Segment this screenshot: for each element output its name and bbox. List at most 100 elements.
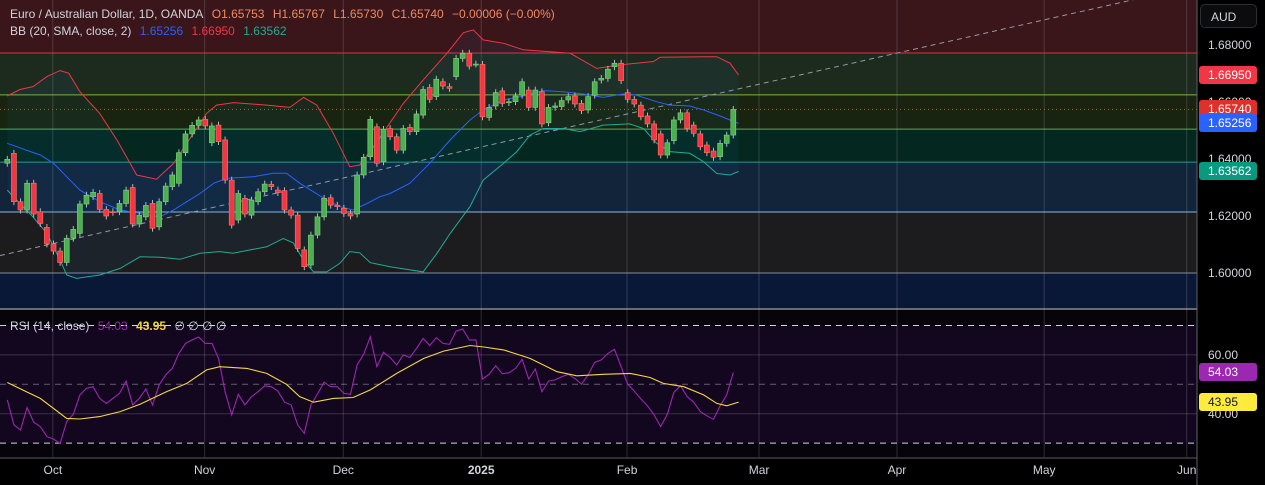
candle-up[interactable]	[671, 119, 677, 142]
candle-up[interactable]	[605, 68, 611, 79]
candle-up[interactable]	[308, 234, 314, 266]
candle-up[interactable]	[400, 128, 407, 151]
candle-down[interactable]	[202, 119, 209, 127]
candle-down[interactable]	[657, 133, 664, 156]
candle-down[interactable]	[572, 95, 578, 105]
candle-up[interactable]	[730, 109, 737, 136]
candle-up[interactable]	[492, 92, 499, 107]
candle-up[interactable]	[558, 100, 565, 107]
time-axis-label[interactable]: 2025	[468, 463, 495, 477]
time-axis-label[interactable]: May	[1033, 463, 1056, 477]
candle-down[interactable]	[288, 209, 294, 216]
candle-down[interactable]	[440, 81, 446, 87]
candle-up[interactable]	[585, 96, 591, 111]
candle-down[interactable]	[44, 227, 50, 245]
candle-up[interactable]	[261, 183, 268, 193]
candle-up[interactable]	[453, 58, 459, 77]
candle-up[interactable]	[664, 142, 671, 156]
candle-down[interactable]	[499, 90, 506, 104]
candle-up[interactable]	[77, 203, 83, 234]
candle-up[interactable]	[611, 62, 618, 67]
candle-up[interactable]	[459, 52, 466, 59]
candle-up[interactable]	[677, 112, 684, 121]
candle-down[interactable]	[334, 204, 341, 207]
candle-up[interactable]	[565, 96, 572, 101]
candle-down[interactable]	[387, 128, 393, 138]
symbol-title[interactable]: Euro / Australian Dollar, 1D, OANDA	[10, 7, 203, 21]
candle-up[interactable]	[420, 89, 426, 116]
candle-up[interactable]	[314, 216, 321, 236]
candle-up[interactable]	[506, 101, 512, 104]
candle-down[interactable]	[631, 99, 638, 105]
candle-down[interactable]	[347, 213, 354, 217]
candle-down[interactable]	[539, 91, 545, 125]
candle-down[interactable]	[17, 201, 24, 211]
candle-down[interactable]	[228, 179, 235, 226]
candle-up[interactable]	[598, 78, 605, 81]
currency-button[interactable]: AUD	[1200, 4, 1257, 28]
candle-down[interactable]	[11, 153, 17, 203]
candle-up[interactable]	[169, 174, 176, 187]
candle-up[interactable]	[512, 95, 519, 103]
time-axis-label[interactable]: Oct	[43, 463, 62, 477]
rsi-axis-label[interactable]: 60.00	[1208, 348, 1238, 362]
candle-down[interactable]	[149, 203, 156, 229]
candle-down[interactable]	[690, 124, 697, 134]
candle-up[interactable]	[83, 194, 90, 205]
candle-down[interactable]	[294, 214, 301, 249]
candle-down[interactable]	[96, 193, 103, 210]
candle-down[interactable]	[618, 62, 624, 81]
candle-up[interactable]	[717, 143, 723, 158]
candle-down[interactable]	[644, 115, 651, 125]
candle-up[interactable]	[162, 185, 169, 203]
price-axis-label[interactable]: 1.68000	[1208, 38, 1251, 52]
candle-up[interactable]	[380, 129, 387, 163]
candle-up[interactable]	[189, 125, 195, 135]
rsi-label[interactable]: RSI (14, close)	[10, 319, 89, 333]
candle-down[interactable]	[275, 189, 281, 193]
candle-up[interactable]	[176, 152, 182, 184]
candle-down[interactable]	[466, 52, 473, 67]
candle-up[interactable]	[532, 89, 539, 108]
candle-up[interactable]	[156, 201, 162, 228]
candle-down[interactable]	[479, 64, 486, 118]
candle-down[interactable]	[704, 144, 710, 154]
candle-down[interactable]	[37, 211, 44, 224]
candle-up[interactable]	[473, 63, 479, 66]
candle-up[interactable]	[519, 81, 525, 96]
chart-canvas[interactable]	[0, 0, 1265, 485]
candle-up[interactable]	[255, 191, 261, 203]
candle-down[interactable]	[638, 104, 644, 118]
time-axis-label[interactable]: Jun	[1177, 463, 1196, 477]
candle-down[interactable]	[110, 211, 116, 214]
candle-up[interactable]	[63, 237, 70, 263]
candle-up[interactable]	[116, 203, 123, 213]
candle-down[interactable]	[327, 197, 334, 206]
candle-up[interactable]	[433, 78, 440, 97]
time-axis-label[interactable]: Nov	[194, 463, 215, 477]
candle-up[interactable]	[143, 205, 149, 218]
rsi-legend[interactable]: RSI (14, close) 54.03 43.95 ∅ ∅ ∅ ∅	[10, 319, 231, 333]
candle-down[interactable]	[341, 208, 347, 214]
candle-down[interactable]	[103, 209, 110, 217]
candle-up[interactable]	[545, 107, 552, 124]
candle-down[interactable]	[525, 89, 532, 108]
candle-up[interactable]	[70, 229, 77, 239]
candle-down[interactable]	[374, 126, 380, 164]
candle-up[interactable]	[90, 192, 96, 197]
candle-up[interactable]	[248, 199, 255, 216]
candle-down[interactable]	[222, 139, 228, 181]
candle-down[interactable]	[651, 123, 657, 141]
candle-down[interactable]	[30, 182, 37, 215]
candle-down[interactable]	[407, 127, 413, 132]
candle-up[interactable]	[195, 119, 202, 126]
bb-legend[interactable]: BB (20, SMA, close, 2) 1.65256 1.66950 1…	[10, 24, 292, 38]
candle-up[interactable]	[123, 189, 129, 204]
candle-down[interactable]	[129, 187, 136, 225]
time-axis-label[interactable]: Dec	[333, 463, 354, 477]
time-axis-label[interactable]: Feb	[617, 463, 638, 477]
candle-down[interactable]	[215, 124, 222, 142]
time-axis-label[interactable]: Mar	[749, 463, 770, 477]
candle-down[interactable]	[578, 103, 585, 111]
candle-up[interactable]	[354, 174, 360, 215]
